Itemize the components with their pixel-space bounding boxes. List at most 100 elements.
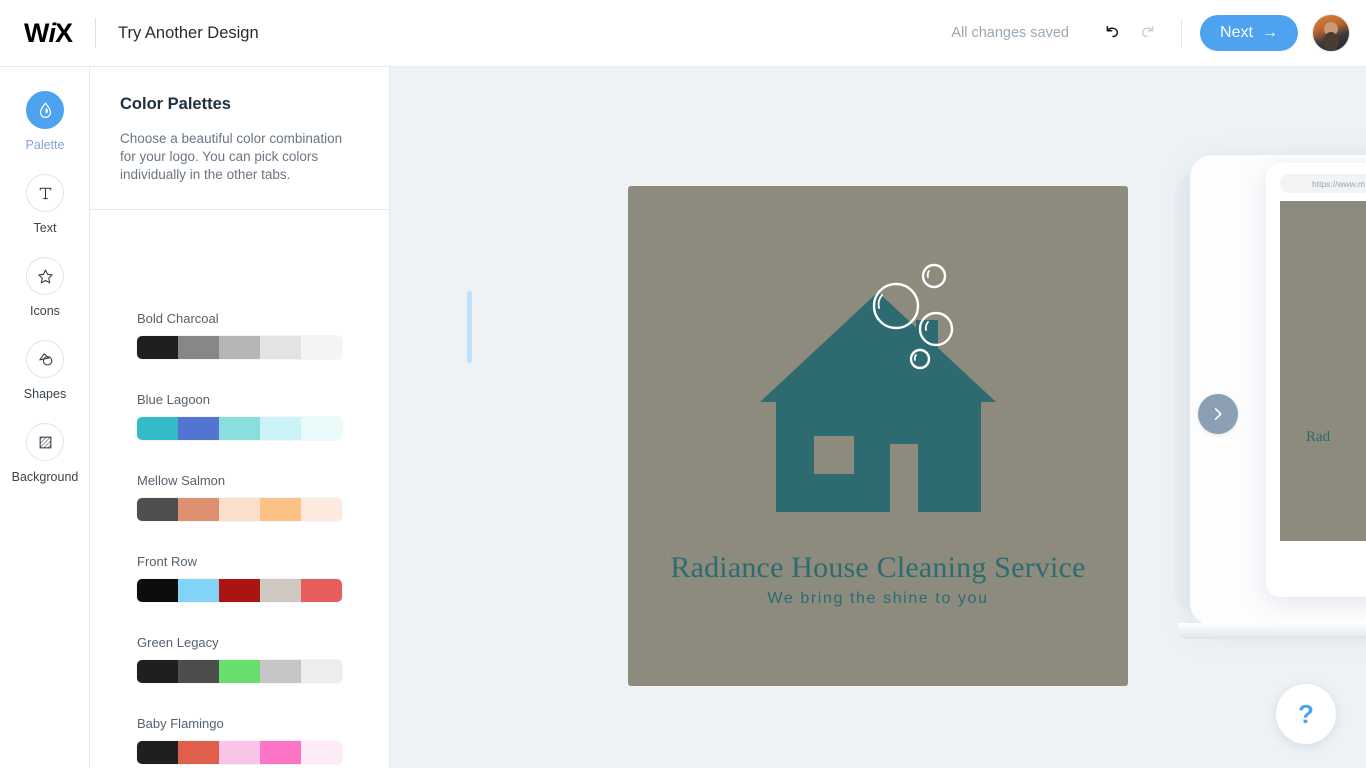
sidebar-label-background: Background [11,470,79,484]
avatar[interactable] [1312,14,1350,52]
sidebar-item-shapes[interactable]: Shapes [0,340,90,422]
palette-swatch[interactable] [301,579,342,602]
palette-swatch[interactable] [301,660,342,683]
panel-description: Choose a beautiful color combination for… [120,131,343,182]
left-sidebar: Palette Text Icons Shapes Background [0,67,90,768]
header-divider-2 [1181,19,1182,47]
palette-swatch[interactable] [137,417,178,440]
palette-swatch-row[interactable] [137,660,342,683]
palette-item[interactable]: Baby Flamingo [137,716,390,764]
palette-swatch[interactable] [137,660,178,683]
next-button[interactable]: Next → [1200,15,1298,51]
icons-icon-container [26,257,64,295]
panel-scrollbar[interactable] [467,291,472,768]
panel-header: Color Palettes Choose a beautiful color … [90,67,390,210]
palette-scroll-area[interactable]: Bold Charcoal Blue Lagoon Mellow Salmon Fro… [90,283,390,768]
palette-swatch[interactable] [178,336,219,359]
palette-swatch[interactable] [178,498,219,521]
palette-swatch[interactable] [260,579,301,602]
palette-swatch[interactable] [178,579,219,602]
palette-swatch-row[interactable] [137,417,342,440]
logo-title-text: Radiance House Cleaning Service [670,551,1086,584]
palette-swatch[interactable] [260,498,301,521]
palette-name: Mellow Salmon [137,473,226,488]
sidebar-label-shapes: Shapes [23,387,67,401]
palette-swatch-row[interactable] [137,336,342,359]
sidebar-item-icons[interactable]: Icons [0,257,90,339]
palette-swatch[interactable] [219,417,260,440]
logo-tagline-text: We bring the shine to you [767,590,989,607]
mockup-logo-text: Rad [1306,429,1331,445]
palette-swatch[interactable] [137,336,178,359]
mockup-screen-frame: https://www.m Rad [1266,163,1366,597]
palette-name: Front Row [137,554,197,569]
undo-icon[interactable] [1097,18,1127,48]
palette-swatch[interactable] [301,741,342,764]
palette-swatch[interactable] [178,660,219,683]
palette-swatch[interactable] [301,498,342,521]
wix-logo[interactable]: WiX [24,17,73,49]
text-icon-container [26,174,64,212]
palette-swatch[interactable] [178,417,219,440]
palette-swatch[interactable] [137,741,178,764]
palette-swatch[interactable] [260,336,301,359]
droplet-icon [39,101,51,118]
carousel-next-button[interactable] [1198,394,1238,434]
next-button-label: Next [1220,24,1253,41]
palette-icon-container [26,91,64,129]
scrollbar-thumb[interactable] [467,291,472,363]
logo-preview-canvas[interactable]: Radiance House Cleaning Service We bring… [628,186,1128,686]
sidebar-label-icons: Icons [30,304,60,318]
palette-name: Blue Lagoon [137,392,211,407]
help-button[interactable]: ? [1276,684,1336,744]
background-icon-container [26,423,64,461]
palette-name: Green Legacy [137,635,219,650]
palette-swatch-row[interactable] [137,579,342,602]
palette-swatch[interactable] [260,417,301,440]
workspace: https://www.m Rad Radiance House Cleanin… [390,67,1366,768]
palette-swatch[interactable] [219,660,260,683]
color-palette-panel: Color Palettes Choose a beautiful color … [90,67,472,768]
palette-item[interactable]: Blue Lagoon [137,392,390,440]
palette-swatch[interactable] [178,741,219,764]
panel-title: Color Palettes [120,95,231,113]
palette-item[interactable]: Green Legacy [137,635,390,683]
panel-separator [90,209,390,210]
text-t-icon [39,187,51,199]
palette-swatch[interactable] [137,579,178,602]
star-icon [37,268,53,283]
palette-swatch[interactable] [301,417,342,440]
palette-swatch-row[interactable] [137,498,342,521]
sidebar-item-palette[interactable]: Palette [0,91,90,173]
palette-name: Baby Flamingo [137,716,224,731]
wix-logo-x: X [55,17,73,48]
redo-icon [1133,18,1163,48]
palette-swatch[interactable] [219,498,260,521]
sidebar-item-text[interactable]: Text [0,174,90,256]
palette-item[interactable]: Mellow Salmon [137,473,390,521]
palette-swatch[interactable] [219,336,260,359]
palette-swatch[interactable] [301,336,342,359]
arrow-right-icon: → [1261,24,1278,41]
sidebar-label-text: Text [33,221,57,235]
palette-name: Bold Charcoal [137,311,219,326]
palette-item[interactable]: Bold Charcoal [137,311,390,359]
palette-item[interactable]: Front Row [137,554,390,602]
palette-swatch[interactable] [260,660,301,683]
sidebar-item-background[interactable]: Background [0,423,90,505]
chevron-right-icon [1214,408,1222,420]
help-question-mark: ? [1298,699,1314,729]
wix-logo-maker-app: WiX Try Another Design All changes saved [0,0,1366,768]
palette-swatch-row[interactable] [137,741,342,764]
shapes-icon-container [26,340,64,378]
palette-swatch[interactable] [219,741,260,764]
house-with-bubbles-icon [760,263,996,512]
palette-swatch[interactable] [260,741,301,764]
page-title: Try Another Design [118,23,259,42]
palette-swatch[interactable] [137,498,178,521]
palette-swatch[interactable] [219,579,260,602]
shapes-icon [38,352,52,366]
top-header: WiX Try Another Design All changes saved [0,0,1366,67]
mockup-url-text: https://www.m [1312,178,1365,189]
mockup-screen-content: Rad [1280,201,1366,541]
